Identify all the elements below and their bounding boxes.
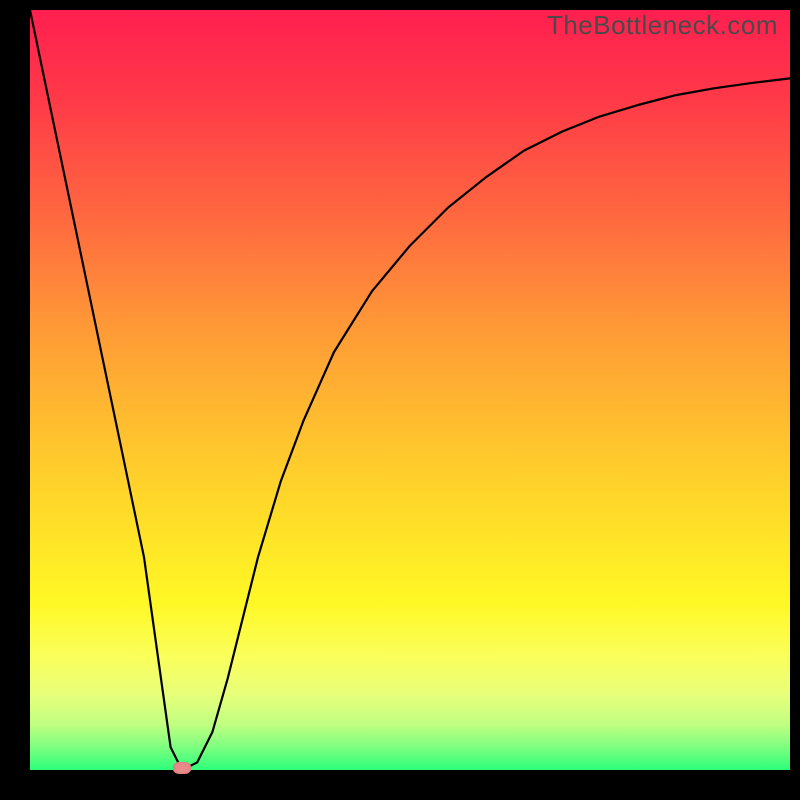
optimum-marker: [173, 762, 191, 774]
plot-area: TheBottleneck.com: [30, 10, 790, 770]
bottleneck-curve: [30, 10, 790, 770]
chart-frame: TheBottleneck.com: [0, 0, 800, 800]
